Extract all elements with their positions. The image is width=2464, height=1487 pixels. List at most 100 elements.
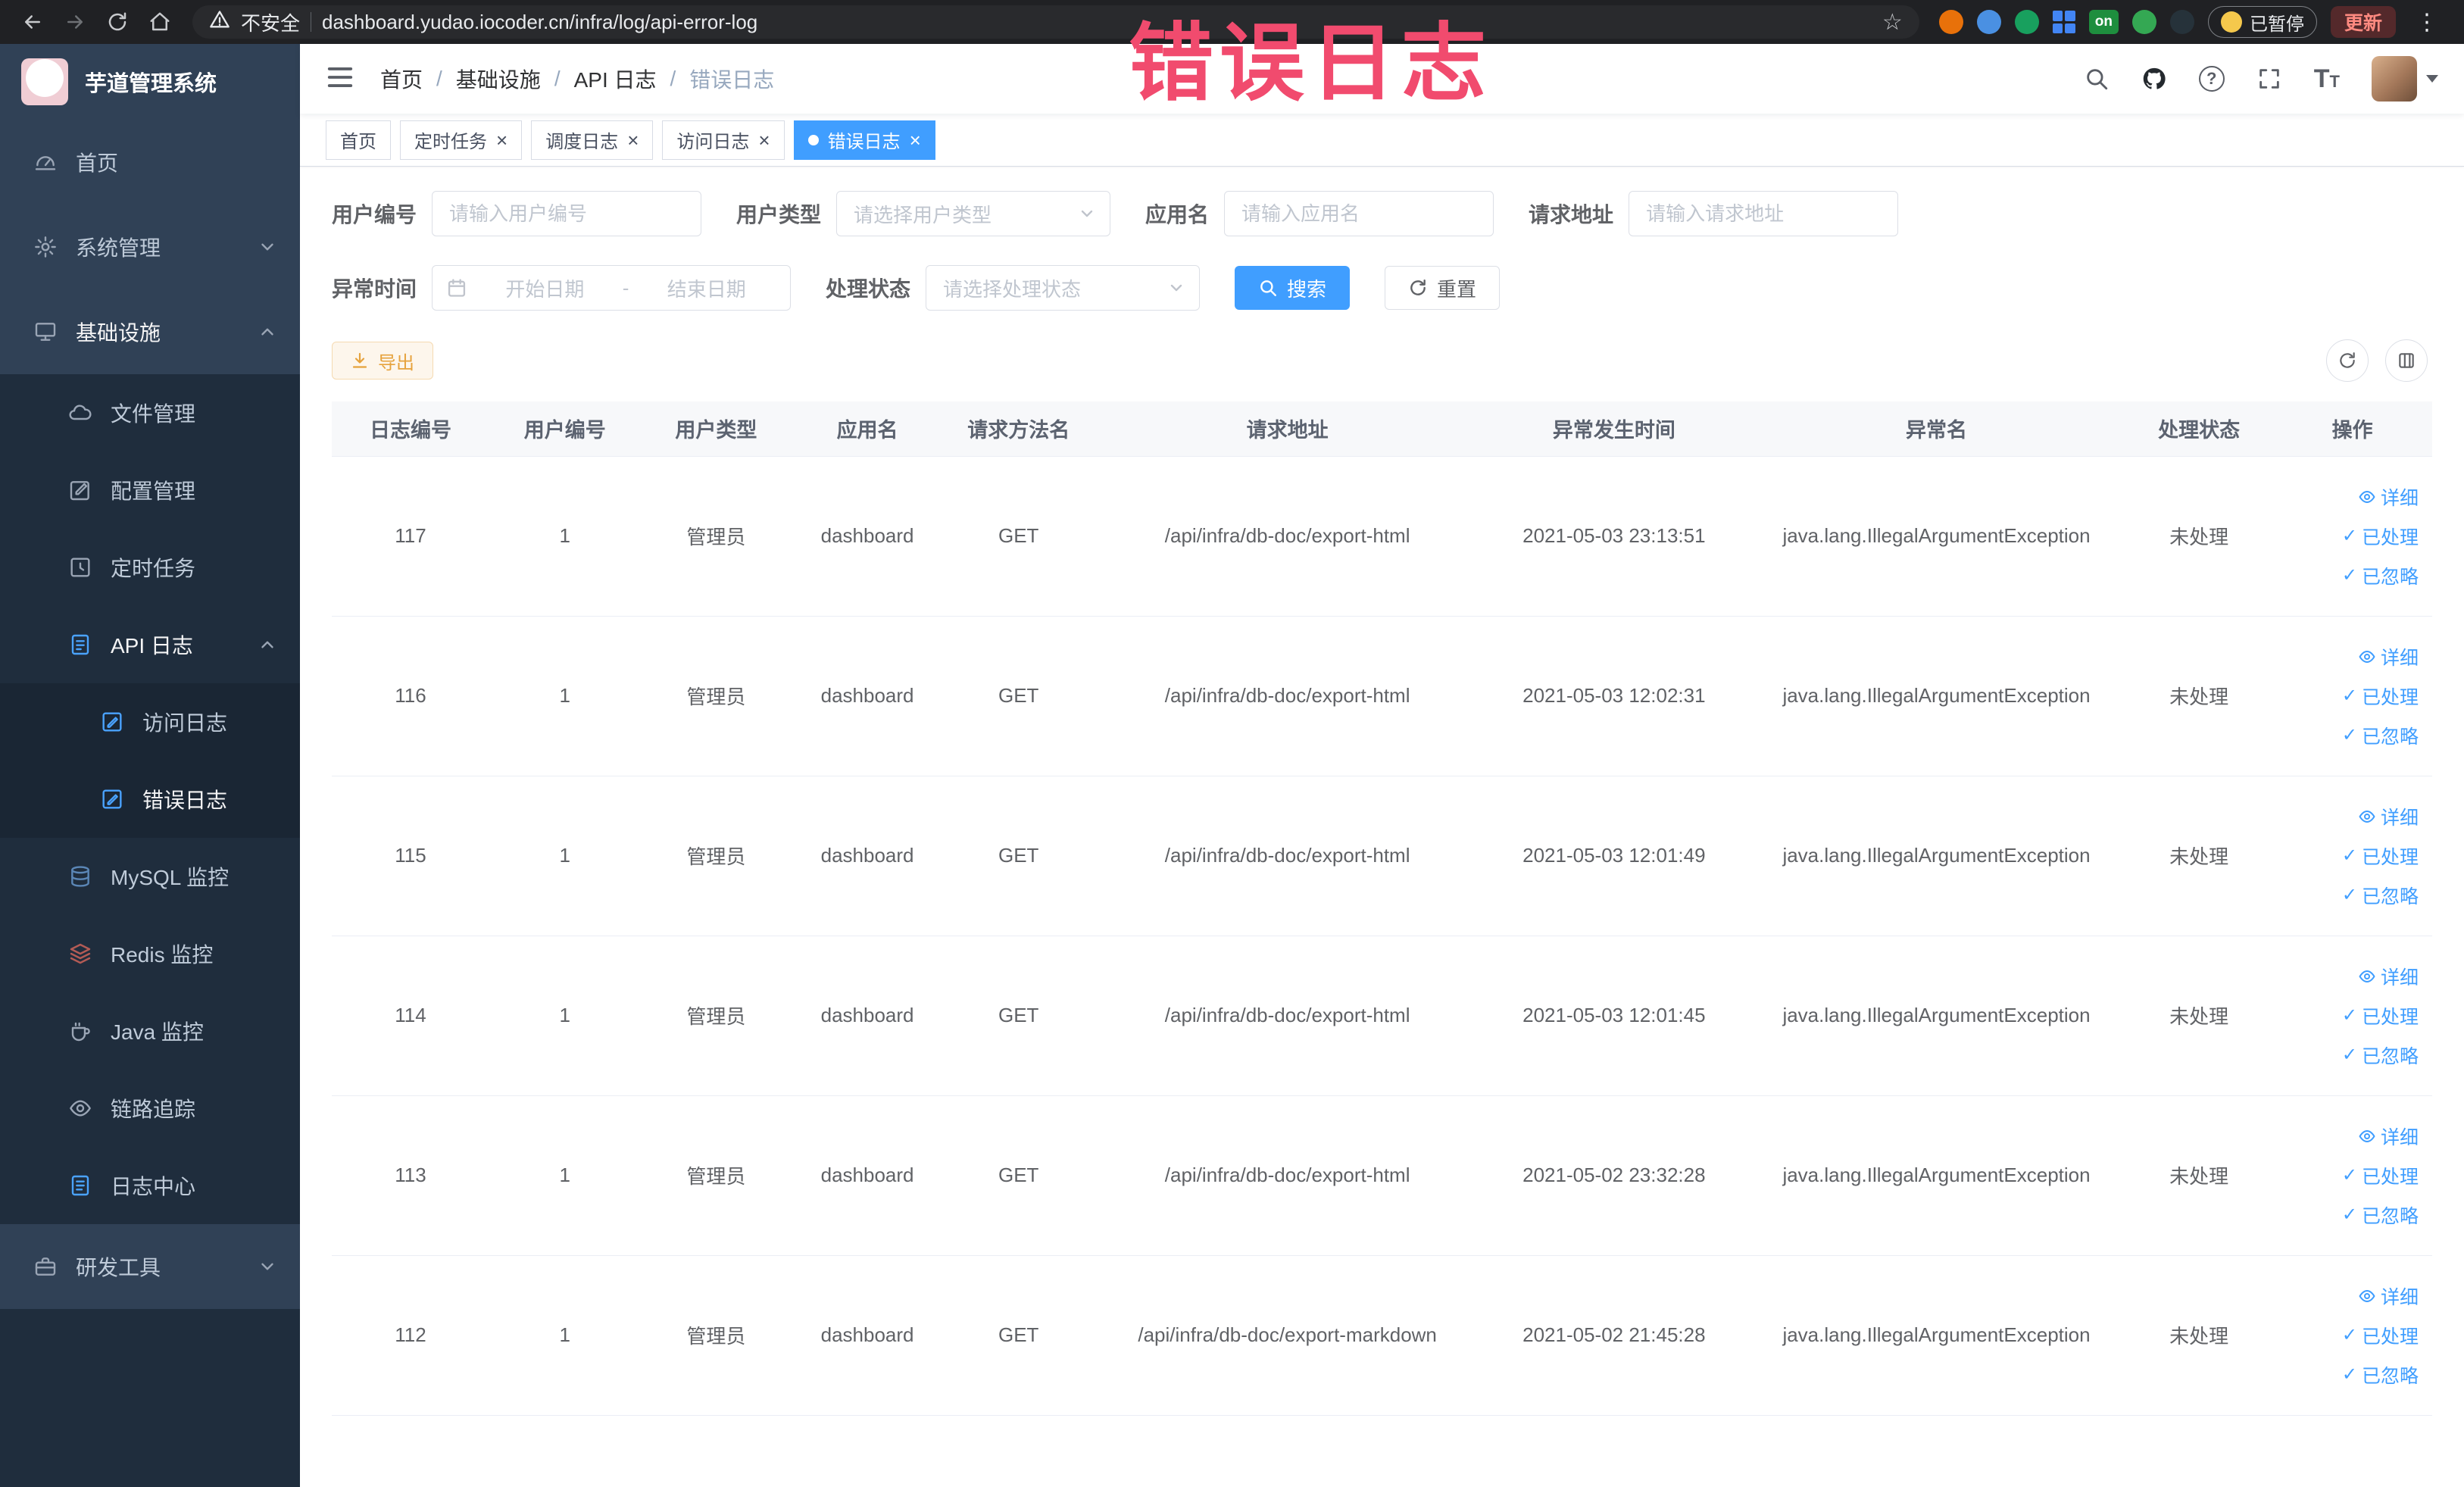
sidebar-item-api-log[interactable]: API 日志 <box>0 606 300 683</box>
mark-processed-link[interactable]: ✓ 已处理 <box>2342 683 2419 710</box>
cell-exception-name: java.lang.IllegalArgumentException <box>1747 1095 2126 1256</box>
user-menu[interactable] <box>2372 56 2438 102</box>
extension-grid-icon[interactable] <box>2052 11 2075 33</box>
user-type-select[interactable]: 请选择用户类型 <box>836 191 1111 236</box>
sidebar-menu: 首页 系统管理 基础设施 文件管理 配置管理 定时任务 API 日志 访问日志 … <box>0 120 300 1487</box>
extension-icon[interactable] <box>1976 10 2001 34</box>
reload-icon[interactable] <box>98 4 136 40</box>
close-icon[interactable]: × <box>910 130 921 150</box>
sidebar-item-redis-monitor[interactable]: Redis 监控 <box>0 915 300 992</box>
home-icon[interactable] <box>141 4 179 40</box>
close-icon[interactable]: × <box>627 130 639 150</box>
paused-badge[interactable]: 已暂停 <box>2207 6 2317 38</box>
export-button[interactable]: 导出 <box>332 342 433 380</box>
fullscreen-icon[interactable] <box>2256 66 2282 92</box>
mark-processed-link[interactable]: ✓ 已处理 <box>2342 1162 2419 1189</box>
detail-link[interactable]: 详细 <box>2358 643 2419 670</box>
sidebar-item-config-management[interactable]: 配置管理 <box>0 451 300 529</box>
mark-ignored-link[interactable]: ✓ 已忽略 <box>2342 722 2419 749</box>
close-icon[interactable]: × <box>758 130 770 150</box>
sidebar-item-label: 文件管理 <box>111 402 196 426</box>
mark-ignored-link[interactable]: ✓ 已忽略 <box>2342 1201 2419 1229</box>
close-icon[interactable]: × <box>496 130 507 150</box>
date-range-picker[interactable]: 开始日期 - 结束日期 <box>432 265 792 311</box>
back-icon[interactable] <box>14 4 52 40</box>
extension-on-badge[interactable]: on <box>2088 10 2119 34</box>
reset-button[interactable]: 重置 <box>1385 266 1501 310</box>
calendar-icon <box>448 279 466 297</box>
table-row[interactable]: 114 1 管理员 dashboard GET /api/infra/db-do… <box>332 936 2432 1096</box>
avatar[interactable] <box>2372 56 2417 102</box>
table-row[interactable]: 116 1 管理员 dashboard GET /api/infra/db-do… <box>332 616 2432 776</box>
breadcrumb-item[interactable]: API 日志 <box>574 64 657 94</box>
edit-square-icon <box>98 708 126 736</box>
extension-icon[interactable] <box>2014 10 2039 34</box>
detail-link[interactable]: 详细 <box>2358 1123 2419 1150</box>
extension-icon[interactable] <box>1938 10 1963 34</box>
sidebar-item-log-center[interactable]: 日志中心 <box>0 1147 300 1224</box>
cell-exception-name: java.lang.IllegalArgumentException <box>1747 1255 2126 1416</box>
active-dot <box>807 134 819 145</box>
columns-button[interactable] <box>2385 339 2428 382</box>
sidebar-item-scheduled-jobs[interactable]: 定时任务 <box>0 529 300 606</box>
user-id-input[interactable] <box>432 191 702 236</box>
sidebar-item-trace[interactable]: 链路追踪 <box>0 1070 300 1147</box>
process-status-select[interactable]: 请选择处理状态 <box>926 265 1201 311</box>
mark-processed-link[interactable]: ✓ 已处理 <box>2342 1002 2419 1029</box>
tab-scheduled-jobs[interactable]: 定时任务 × <box>400 120 523 160</box>
sidebar-item-error-log[interactable]: 错误日志 <box>0 761 300 838</box>
forward-icon[interactable] <box>56 4 94 40</box>
mark-processed-link[interactable]: ✓ 已处理 <box>2342 1322 2419 1349</box>
tab-label: 首页 <box>340 132 376 152</box>
table-row[interactable]: 113 1 管理员 dashboard GET /api/infra/db-do… <box>332 1095 2432 1256</box>
bookmark-star-icon[interactable]: ☆ <box>1882 9 1903 36</box>
sidebar-item-dev-tools[interactable]: 研发工具 <box>0 1224 300 1309</box>
sidebar-item-infra[interactable]: 基础设施 <box>0 289 300 374</box>
search-icon[interactable] <box>2084 66 2110 92</box>
sidebar-item-file-management[interactable]: 文件管理 <box>0 374 300 451</box>
request-url-input[interactable] <box>1629 191 1899 236</box>
tab-job-log[interactable]: 调度日志 × <box>531 120 654 160</box>
infra-submenu: 文件管理 配置管理 定时任务 API 日志 访问日志 错误日志 MySQL 监控… <box>0 374 300 1224</box>
detail-link[interactable]: 详细 <box>2358 483 2419 511</box>
sidebar-item-system[interactable]: 系统管理 <box>0 205 300 289</box>
check-icon: ✓ <box>2341 1005 2357 1026</box>
field-label: 用户类型 <box>736 203 822 226</box>
sidebar-item-access-log[interactable]: 访问日志 <box>0 683 300 761</box>
table-row[interactable]: 117 1 管理员 dashboard GET /api/infra/db-do… <box>332 456 2432 617</box>
github-icon[interactable] <box>2141 66 2167 92</box>
sidebar-item-mysql-monitor[interactable]: MySQL 监控 <box>0 838 300 915</box>
table-row[interactable]: 112 1 管理员 dashboard GET /api/infra/db-do… <box>332 1255 2432 1416</box>
mark-ignored-link[interactable]: ✓ 已忽略 <box>2342 1042 2419 1069</box>
update-button[interactable]: 更新 <box>2330 6 2396 38</box>
browser-menu-icon[interactable]: ⋮ <box>2409 9 2444 36</box>
app-name-input[interactable] <box>1224 191 1494 236</box>
mark-ignored-link[interactable]: ✓ 已忽略 <box>2342 1361 2419 1389</box>
mark-ignored-link[interactable]: ✓ 已忽略 <box>2342 882 2419 909</box>
detail-link[interactable]: 详细 <box>2358 803 2419 830</box>
sidebar-item-home[interactable]: 首页 <box>0 120 300 205</box>
detail-link[interactable]: 详细 <box>2358 1282 2419 1310</box>
font-size-icon[interactable]: TT <box>2314 64 2340 94</box>
table-row[interactable]: 115 1 管理员 dashboard GET /api/infra/db-do… <box>332 776 2432 936</box>
mark-processed-link[interactable]: ✓ 已处理 <box>2342 842 2419 870</box>
search-button[interactable]: 搜索 <box>1235 266 1351 310</box>
address-bar[interactable]: 不安全 dashboard.yudao.iocoder.cn/infra/log… <box>192 5 1919 39</box>
refresh-button[interactable] <box>2326 339 2369 382</box>
detail-link[interactable]: 详细 <box>2358 963 2419 990</box>
tab-access-log[interactable]: 访问日志 × <box>662 120 785 160</box>
breadcrumb-item[interactable]: 首页 <box>380 64 423 94</box>
sidebar-item-label: 日志中心 <box>111 1175 196 1198</box>
help-icon[interactable]: ? <box>2198 66 2225 92</box>
gear-icon <box>32 233 59 261</box>
extension-tree-icon[interactable] <box>2169 10 2194 34</box>
mark-processed-link[interactable]: ✓ 已处理 <box>2342 523 2419 550</box>
sidebar-item-java-monitor[interactable]: Java 监控 <box>0 992 300 1070</box>
breadcrumb-item[interactable]: 基础设施 <box>456 64 541 94</box>
mark-ignored-link[interactable]: ✓ 已忽略 <box>2342 562 2419 589</box>
tab-home[interactable]: 首页 <box>326 120 391 160</box>
tab-error-log[interactable]: 错误日志 × <box>793 120 935 160</box>
extension-leaf-icon[interactable] <box>2131 10 2156 34</box>
hamburger-icon[interactable] <box>326 63 354 95</box>
cell-log-id: 114 <box>332 936 489 1096</box>
